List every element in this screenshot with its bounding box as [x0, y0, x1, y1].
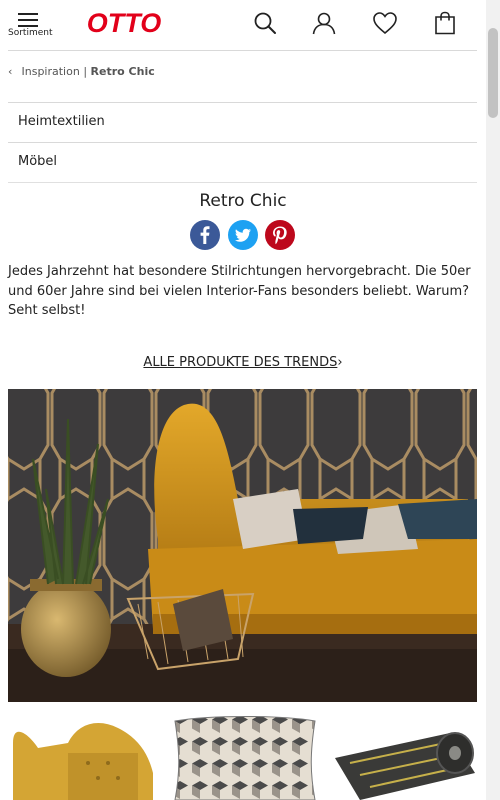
header: Sortiment OTTO	[0, 0, 486, 50]
armchair-image	[13, 723, 153, 800]
page-title: Retro Chic	[199, 191, 287, 211]
logo-text: OTTO	[87, 8, 162, 38]
product-thumb-cushion[interactable]	[170, 713, 320, 800]
hero-image[interactable]	[8, 389, 477, 702]
scrollbar[interactable]	[486, 0, 500, 800]
cta-label: ALLE PRODUKTE DES TRENDS	[143, 355, 338, 370]
product-thumb-armchair[interactable]	[8, 713, 158, 800]
wallpaper-roll-image	[335, 732, 475, 800]
facebook-share-button[interactable]	[190, 220, 220, 250]
menu-button[interactable]: Sortiment	[8, 10, 53, 40]
twitter-icon	[235, 228, 251, 242]
twitter-share-button[interactable]	[228, 220, 258, 250]
otto-logo[interactable]: OTTO	[86, 8, 162, 38]
user-icon[interactable]	[311, 10, 337, 36]
product-thumb-wallpaper[interactable]	[330, 713, 477, 800]
scrollbar-thumb[interactable]	[488, 28, 498, 118]
category-label: Möbel	[18, 154, 58, 169]
category-divider	[8, 182, 477, 183]
breadcrumb-current: Retro Chic	[90, 65, 155, 78]
all-products-link[interactable]: ALLE PRODUKTE DES TRENDS›	[0, 355, 486, 370]
pinterest-share-button[interactable]	[265, 220, 295, 250]
category-heimtextilien[interactable]: Heimtextilien	[8, 102, 477, 143]
breadcrumb-parent[interactable]: Inspiration	[22, 65, 80, 78]
header-divider	[8, 50, 477, 51]
heart-icon[interactable]	[372, 10, 398, 36]
pinterest-icon	[273, 226, 287, 245]
hamburger-icon	[18, 13, 38, 27]
category-moebel[interactable]: Möbel	[8, 142, 477, 183]
cushion-image	[174, 716, 316, 800]
intro-text: Jedes Jahrzehnt hat besondere Stilrichtu…	[8, 264, 471, 318]
cart-icon[interactable]	[432, 10, 458, 36]
menu-label: Sortiment	[8, 28, 53, 38]
breadcrumb-separator: |	[83, 65, 88, 78]
search-icon[interactable]	[252, 10, 278, 36]
facebook-icon	[200, 226, 210, 244]
chevron-left-icon: ‹	[8, 65, 13, 78]
category-label: Heimtextilien	[18, 114, 105, 129]
breadcrumb: ‹ Inspiration | Retro Chic	[8, 65, 155, 78]
chevron-right-icon: ›	[337, 355, 343, 370]
